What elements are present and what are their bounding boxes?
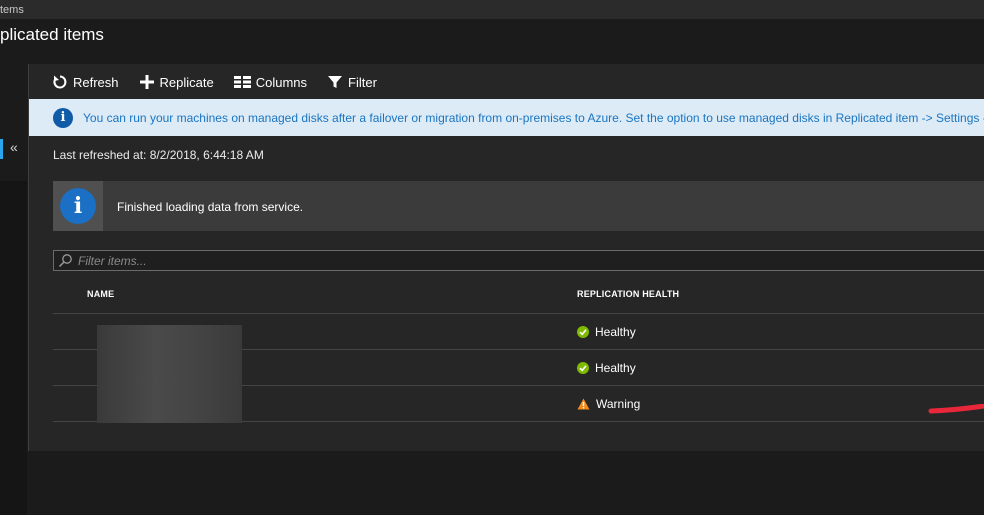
info-banner-text: You can run your machines on managed dis… [83,111,984,125]
search-icon [58,254,72,268]
check-circle-icon [577,326,589,338]
warning-triangle-icon [577,398,590,410]
header-divider [53,313,984,314]
redacted-item-names[interactable] [97,325,242,423]
table-row-health[interactable]: Healthy [577,361,636,375]
left-rail: « [0,64,29,515]
funnel-icon [328,76,343,88]
annotation-mark [928,404,984,414]
last-refreshed-text: Last refreshed at: 8/2/2018, 6:44:18 AM [53,148,264,162]
refresh-label: Refresh [73,74,119,90]
plus-icon [139,75,154,89]
rail-body [0,181,27,515]
filter-button[interactable]: Filter [327,74,377,90]
columns-label: Columns [255,74,308,90]
replicate-label: Replicate [159,74,214,90]
notice-icon-box: i [53,181,103,231]
column-header-replication-health[interactable]: REPLICATION HEALTH [577,289,679,299]
health-status-text: Healthy [595,361,636,375]
health-status-text: Warning [596,397,641,411]
refresh-button[interactable]: Refresh [52,74,119,90]
replicate-button[interactable]: Replicate [139,74,214,90]
columns-button[interactable]: Columns [233,74,308,90]
columns-icon [233,76,251,88]
breadcrumb[interactable]: tems [0,4,24,16]
notice-text: Finished loading data from service. [117,200,304,214]
filter-label: Filter [348,74,377,90]
rail-selection-indicator [0,139,3,159]
info-icon: i [60,188,96,224]
column-header-name[interactable]: NAME [87,289,114,299]
table-row-health[interactable]: Healthy [577,325,636,339]
filter-box [53,250,984,271]
table-row-health[interactable]: Warning [577,397,640,411]
refresh-icon [53,75,67,89]
page-title: plicated items [0,25,104,44]
managed-disks-info-banner[interactable]: i You can run your machines on managed d… [29,99,984,136]
command-bar: Refresh Replicate Columns Filter [52,72,397,92]
breadcrumb-bar: tems [0,0,984,19]
filter-items-input[interactable] [78,253,958,268]
check-circle-icon [577,362,589,374]
loading-notice: i Finished loading data from service. [53,181,984,231]
health-status-text: Healthy [595,325,636,339]
collapse-chevron-icon[interactable]: « [10,139,18,155]
info-icon: i [53,108,73,128]
